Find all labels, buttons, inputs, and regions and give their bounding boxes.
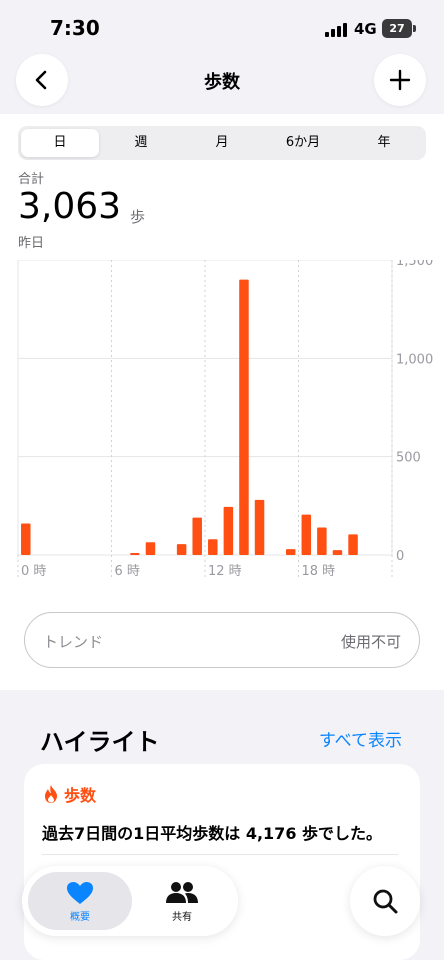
tab-month[interactable]: 月 — [183, 129, 261, 157]
x-tick-label: 6 時 — [115, 564, 140, 579]
trend-status: 使用不可 — [340, 633, 401, 651]
bar-12時[interactable] — [208, 539, 218, 555]
tab-6-months[interactable]: 6か月 — [264, 129, 342, 157]
bar-11時[interactable] — [192, 517, 202, 555]
tab-year[interactable]: 年 — [345, 129, 423, 157]
people-icon — [166, 882, 198, 903]
status-time: 7:30 — [50, 16, 100, 40]
search-button[interactable] — [350, 866, 420, 936]
network-label: 4G — [354, 20, 377, 38]
search-icon — [373, 889, 398, 914]
total-label: 合計 — [18, 172, 45, 187]
bar-20時[interactable] — [332, 550, 343, 555]
bar-18時[interactable] — [301, 514, 312, 555]
bar-7時[interactable] — [130, 553, 140, 555]
x-tick-label: 0 時 — [21, 564, 46, 579]
y-tick-label: 500 — [396, 451, 421, 466]
battery-icon: 27 — [382, 19, 416, 38]
total-steps-unit: 歩 — [130, 208, 146, 226]
x-tick-label: 18 時 — [302, 564, 336, 579]
y-tick-label: 1,500 — [396, 260, 433, 269]
x-tick-label: 12 時 — [208, 564, 242, 579]
tab-sharing-label: 共有 — [172, 912, 192, 923]
flame-icon — [45, 785, 57, 803]
tab-summary[interactable]: 概要 — [28, 872, 132, 930]
add-button[interactable] — [374, 54, 426, 106]
steps-detail-panel: 日 週 月 6か月 年 合計 3,063 歩 昨日 1,500 1,000 500 0… — [0, 114, 444, 690]
navigation-bar: 歩数 — [0, 54, 444, 114]
tab-bar: 概要 共有 — [22, 866, 238, 936]
bar-19時[interactable] — [317, 527, 327, 555]
heart-icon — [67, 882, 93, 904]
signal-icon — [325, 23, 347, 37]
total-steps-value: 3,063 — [18, 186, 122, 227]
plus-icon — [389, 69, 411, 91]
tab-day[interactable]: 日 — [21, 129, 99, 157]
bar-8時[interactable] — [145, 542, 156, 555]
bar-0時[interactable] — [21, 523, 31, 555]
status-bar: 7:30 4G 27 — [0, 0, 444, 58]
tab-summary-label: 概要 — [70, 912, 90, 923]
tab-week[interactable]: 週 — [102, 129, 180, 157]
y-tick-label: 0 — [396, 549, 404, 564]
highlights-title: ハイライト — [40, 728, 160, 756]
highlight-card-header: 歩数 — [42, 782, 96, 806]
time-range-picker[interactable]: 日 週 月 6か月 年 — [18, 126, 426, 160]
bar-10時[interactable] — [176, 544, 187, 555]
show-all-link[interactable]: すべて表示 — [319, 726, 402, 751]
highlight-category: 歩数 — [64, 786, 97, 805]
y-tick-label: 1,000 — [396, 352, 433, 367]
bar-21時[interactable] — [348, 534, 358, 555]
bar-14時[interactable] — [239, 279, 249, 555]
bar-17時[interactable] — [285, 549, 296, 555]
bar-13時[interactable] — [223, 506, 234, 555]
total-date: 昨日 — [18, 236, 45, 251]
card-divider — [42, 854, 398, 855]
tab-sharing[interactable]: 共有 — [130, 872, 234, 930]
trend-label: トレンド — [43, 633, 104, 651]
highlight-text: 過去7日間の1日平均歩数は 4,176 歩でした。 — [42, 824, 383, 843]
bar-15時[interactable] — [254, 499, 265, 555]
trend-button[interactable]: トレンド 使用不可 — [24, 612, 420, 668]
steps-bar-chart[interactable]: 1,500 1,000 500 0 0 時 6 時 12 時 18 時 — [0, 260, 444, 580]
